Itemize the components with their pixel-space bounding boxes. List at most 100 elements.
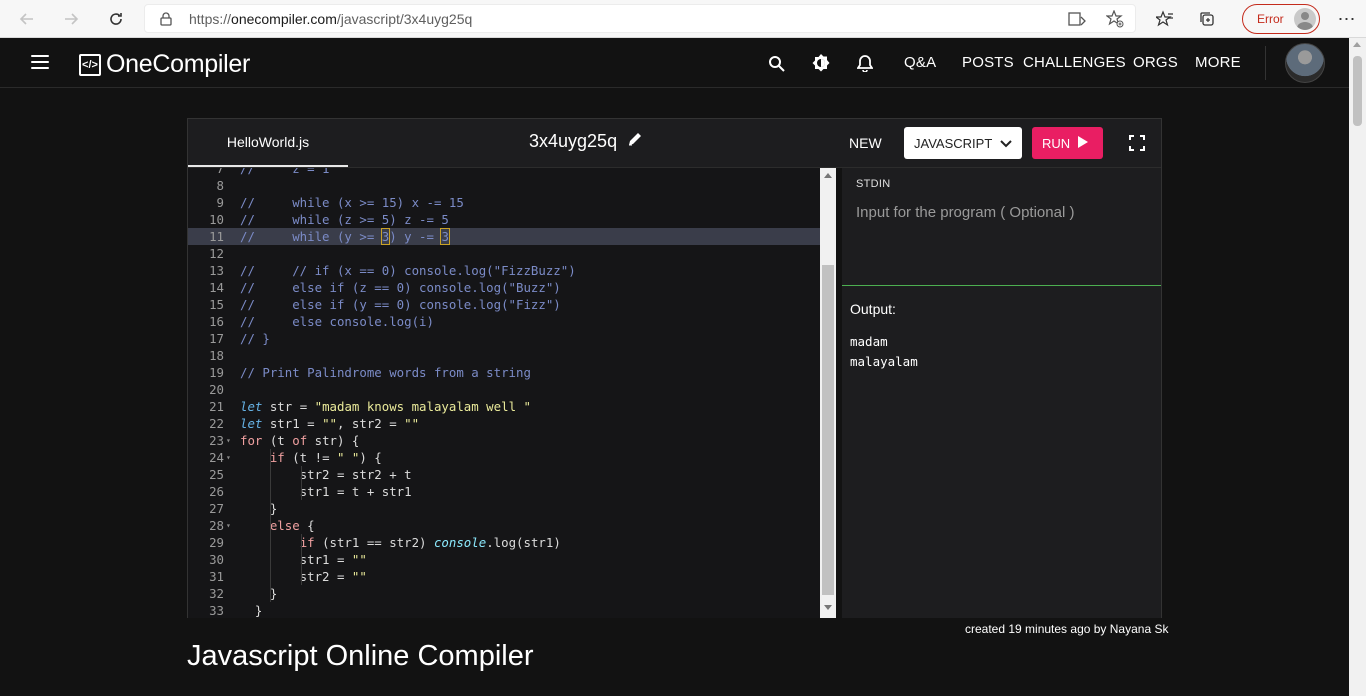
editor-scrollbar[interactable] (820, 168, 836, 618)
more-options-icon[interactable]: ⋯ (1332, 4, 1362, 34)
line-number: 24 (209, 450, 224, 465)
code-text: // } (240, 331, 270, 346)
code-line[interactable]: 17 // } (188, 330, 820, 347)
code-text: str1 = "" (240, 552, 367, 567)
address-bar[interactable]: https://onecompiler.com/javascript/3x4uy… (144, 4, 1136, 33)
scroll-down-icon[interactable] (824, 605, 832, 610)
favorites-icon[interactable] (1150, 4, 1180, 34)
code-line[interactable]: 30 str1 = "" (188, 551, 820, 568)
code-text: } (240, 501, 278, 516)
line-number: 16 (209, 314, 224, 329)
code-text: if (str1 == str2) console.log(str1) (299, 535, 561, 550)
code-line[interactable]: 33 } (188, 602, 820, 618)
code-text: // while (z >= 5) z -= 5 (240, 212, 449, 227)
search-icon[interactable] (766, 53, 786, 73)
code-title[interactable]: 3x4uyg25q (529, 131, 643, 152)
edit-pencil-icon[interactable] (627, 131, 643, 152)
code-line[interactable]: 11 // while (y >= 3) y -= 3 (188, 228, 820, 245)
collections-icon[interactable] (1192, 4, 1222, 34)
scroll-up-arrow-icon[interactable] (1353, 42, 1361, 47)
file-tab[interactable]: HelloWorld.js (188, 119, 348, 167)
code-line[interactable]: 8 (188, 177, 820, 194)
theme-toggle-icon[interactable] (811, 53, 831, 73)
code-area[interactable]: 7 // z = 1 8 9 // while (x >= 15) x -= 15 10 /… (188, 168, 820, 618)
code-line[interactable]: 14 // else if (z == 0) console.log("Buzz"… (188, 279, 820, 296)
indent-guide (301, 534, 302, 585)
nav-more-link[interactable]: MORE (1195, 54, 1241, 71)
code-line[interactable]: 26 str1 = t + str1 (188, 483, 820, 500)
code-line[interactable]: 12 (188, 245, 820, 262)
code-text: else { (269, 518, 315, 533)
run-button[interactable]: RUN (1032, 127, 1103, 159)
new-button[interactable]: NEW (849, 135, 882, 151)
scroll-up-icon[interactable] (824, 173, 832, 178)
refresh-icon[interactable] (99, 4, 133, 34)
code-text: str2 = str2 + t (240, 467, 412, 482)
code-line[interactable]: 32 } (188, 585, 820, 602)
code-line[interactable]: 13 // // if (x == 0) console.log("FizzBuz… (188, 262, 820, 279)
language-select[interactable]: JAVASCRIPT (904, 127, 1022, 159)
line-number: 17 (209, 331, 224, 346)
code-text: let str = "madam knows malayalam well " (240, 399, 531, 414)
code-line[interactable]: 25 str2 = str2 + t (188, 466, 820, 483)
reader-view-icon[interactable] (1067, 9, 1087, 29)
code-line[interactable]: 29 if (str1 == str2) console.log(str1) (188, 534, 820, 551)
nav-orgs-link[interactable]: ORGS (1133, 54, 1178, 71)
nav-posts-link[interactable]: POSTS (962, 54, 1014, 71)
fullscreen-icon[interactable] (1129, 135, 1145, 151)
editor-scrollbar-thumb[interactable] (822, 265, 834, 595)
fold-arrow-icon[interactable]: ▾ (226, 449, 231, 466)
profile-error-button[interactable]: Error (1242, 4, 1320, 34)
page-title: Javascript Online Compiler (187, 640, 534, 672)
indent-guide (301, 466, 302, 500)
nav-qa-link[interactable]: Q&A (904, 54, 936, 71)
code-line[interactable]: 23 ▾ for (t of str) { (188, 432, 820, 449)
chevron-down-icon (1000, 136, 1012, 151)
line-number: 9 (216, 195, 224, 210)
code-line[interactable]: 22 let str1 = "", str2 = "" (188, 415, 820, 432)
forward-button-icon[interactable] (54, 4, 88, 34)
notifications-bell-icon[interactable] (855, 53, 875, 73)
logo[interactable]: </> OneCompiler (79, 50, 250, 79)
code-line[interactable]: 21 let str = "madam knows malayalam well … (188, 398, 820, 415)
code-text: // while (y >= 3) y -= 3 (240, 228, 450, 245)
error-label: Error (1257, 12, 1284, 26)
created-meta: created 19 minutes ago by Nayana Sk (965, 622, 1169, 636)
code-text: str1 = t + str1 (240, 484, 412, 499)
page-scrollbar[interactable] (1349, 38, 1366, 696)
stdin-input[interactable]: Input for the program ( Optional ) (856, 204, 1074, 221)
fold-arrow-icon[interactable]: ▾ (226, 517, 231, 534)
code-line[interactable]: 27 } (188, 500, 820, 517)
lock-icon (159, 11, 173, 27)
line-number: 29 (209, 535, 224, 550)
scrollbar-thumb[interactable] (1353, 56, 1362, 126)
code-line[interactable]: 7 // z = 1 (188, 168, 820, 177)
nav-challenges-link[interactable]: CHALLENGES (1023, 54, 1126, 71)
code-line[interactable]: 9 // while (x >= 15) x -= 15 (188, 194, 820, 211)
code-line[interactable]: 19 // Print Palindrome words from a strin… (188, 364, 820, 381)
language-label: JAVASCRIPT (914, 135, 993, 151)
back-button-icon[interactable] (10, 4, 44, 34)
code-line[interactable]: 18 (188, 347, 820, 364)
user-avatar[interactable] (1285, 43, 1325, 83)
code-line[interactable]: 28 ▾ else { (188, 517, 820, 534)
code-line[interactable]: 16 // else console.log(i) (188, 313, 820, 330)
header-divider (1265, 46, 1266, 80)
code-line[interactable]: 10 // while (z >= 5) z -= 5 (188, 211, 820, 228)
code-line[interactable]: 15 // else if (y == 0) console.log("Fizz"… (188, 296, 820, 313)
hamburger-menu-icon[interactable] (31, 55, 49, 69)
add-favorite-icon[interactable] (1105, 9, 1125, 29)
io-panel: STDIN Input for the program ( Optional )… (842, 168, 1161, 618)
line-number: 26 (209, 484, 224, 499)
line-number: 12 (209, 246, 224, 261)
code-id-text: 3x4uyg25q (529, 131, 618, 151)
line-number: 25 (209, 467, 224, 482)
code-line[interactable]: 31 str2 = "" (188, 568, 820, 585)
logo-mark: </> (79, 53, 101, 76)
output-label: Output: (850, 301, 896, 317)
code-line[interactable]: 20 (188, 381, 820, 398)
code-line[interactable]: 24 ▾ if (t != " ") { (188, 449, 820, 466)
line-number: 20 (209, 382, 224, 397)
fold-arrow-icon[interactable]: ▾ (226, 432, 231, 449)
url-text: https://onecompiler.com/javascript/3x4uy… (189, 10, 473, 27)
